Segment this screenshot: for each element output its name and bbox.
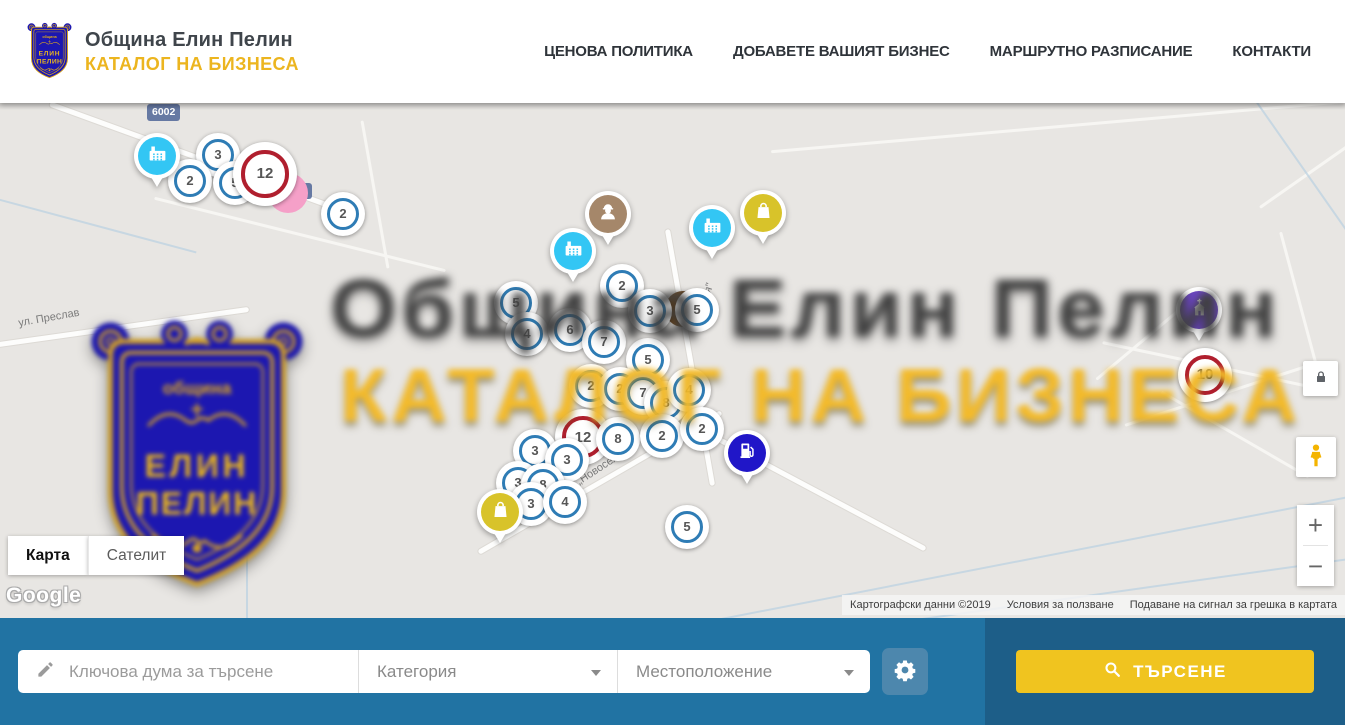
search-icon <box>1103 660 1122 684</box>
map-type-satellite-button[interactable]: Сателит <box>88 536 184 575</box>
location-select[interactable]: Местоположение <box>617 650 870 693</box>
factory-icon <box>563 238 584 264</box>
google-logo[interactable]: Google <box>6 584 81 608</box>
street-label: ул. Преслав <box>17 307 80 330</box>
site-title: Община Елин Пелин <box>85 29 299 52</box>
map-type-map-button[interactable]: Карта <box>8 536 88 575</box>
factory-marker[interactable] <box>687 203 737 265</box>
bag-marker[interactable] <box>738 188 788 250</box>
brand[interactable]: Община Елин Пелин КАТАЛОГ НА БИЗНЕСА <box>26 22 299 81</box>
search-button[interactable]: ТЪРСЕНЕ <box>1016 650 1314 693</box>
nav-item-0[interactable]: ЦЕНОВА ПОЛИТИКА <box>544 43 693 60</box>
map-type-control: Карта Сателит <box>8 536 184 575</box>
worker-icon <box>597 201 619 228</box>
pegman-icon <box>1303 443 1329 472</box>
map-road <box>771 103 1345 153</box>
street-view-pegman-button[interactable] <box>1296 437 1336 477</box>
bag-marker[interactable] <box>475 487 525 549</box>
page: Община Елин Пелин КАТАЛОГ НА БИЗНЕСА ЦЕН… <box>0 0 1345 725</box>
fuel-icon <box>737 440 758 466</box>
attribution-terms-link[interactable]: Условия за ползване <box>1007 599 1114 611</box>
bag-icon <box>490 499 511 525</box>
cluster-count: 4 <box>561 494 568 509</box>
factory-icon <box>702 215 723 241</box>
nav-item-3[interactable]: КОНТАКТИ <box>1232 43 1311 60</box>
cluster-count: 3 <box>214 147 221 162</box>
cluster-count: 2 <box>186 173 193 188</box>
zoom-in-button[interactable]: + <box>1297 505 1334 545</box>
municipality-logo-icon <box>26 22 73 81</box>
pencil-icon <box>36 660 55 684</box>
header: Община Елин Пелин КАТАЛОГ НА БИЗНЕСА ЦЕН… <box>0 0 1345 103</box>
map-attribution: Картографски данни ©2019 Условия за полз… <box>842 595 1345 615</box>
gear-icon <box>893 658 917 685</box>
search-button-label: ТЪРСЕНЕ <box>1133 662 1227 682</box>
settings-button[interactable] <box>882 648 928 695</box>
cluster-count: 3 <box>527 496 534 511</box>
search-bar: Категория Местоположение ТЪРСЕНЕ <box>0 618 1345 725</box>
zoom-out-button[interactable]: − <box>1297 546 1334 586</box>
location-label: Местоположение <box>636 662 772 682</box>
attribution-data: Картографски данни ©2019 <box>850 599 991 611</box>
cluster-count: 2 <box>339 206 346 221</box>
attribution-report-link[interactable]: Подаване на сигнал за грешка в картата <box>1130 599 1337 611</box>
search-panel: ТЪРСЕНЕ <box>985 618 1345 725</box>
chevron-down-icon <box>591 670 601 676</box>
keyword-field[interactable] <box>18 650 358 693</box>
site-subtitle: КАТАЛОГ НА БИЗНЕСА <box>85 54 299 75</box>
zoom-control: + − <box>1297 505 1334 586</box>
cluster-marker[interactable]: 4 <box>543 480 587 524</box>
watermark-subtitle: КАТАЛОГ НА БИЗНЕСА <box>340 352 1301 438</box>
factory-marker[interactable] <box>132 131 182 193</box>
keyword-input[interactable] <box>67 661 317 683</box>
lock-icon <box>1313 369 1329 388</box>
watermark-title: Община Елин Пелин <box>330 262 1281 356</box>
map-stream <box>0 195 197 254</box>
factory-icon <box>147 143 168 169</box>
main-nav: ЦЕНОВА ПОЛИТИКА ДОБАВЕТЕ ВАШИЯТ БИЗНЕС МАР… <box>544 43 1319 60</box>
bag-icon <box>753 200 774 226</box>
cluster-count: 5 <box>683 519 690 534</box>
cluster-count: 12 <box>257 165 274 182</box>
cluster-count: 3 <box>531 443 538 458</box>
category-select[interactable]: Категория <box>358 650 617 693</box>
cluster-marker[interactable]: 12 <box>233 142 297 206</box>
category-label: Категория <box>377 662 456 682</box>
map-stream <box>1242 103 1345 246</box>
nav-item-1[interactable]: ДОБАВЕТЕ ВАШИЯТ БИЗНЕС <box>733 43 950 60</box>
search-fields: Категория Местоположение <box>18 650 870 693</box>
cluster-marker[interactable]: 5 <box>665 505 709 549</box>
nav-item-2[interactable]: МАРШРУТНО РАЗПИСАНИЕ <box>990 43 1193 60</box>
brand-text: Община Елин Пелин КАТАЛОГ НА БИЗНЕСА <box>85 29 299 75</box>
map-canvas[interactable]: ул. Преславбул. „Новоселция" 6002 325122… <box>0 103 1345 618</box>
road-number-badge: 6002 <box>147 104 180 121</box>
chevron-down-icon <box>844 670 854 676</box>
cluster-marker[interactable]: 2 <box>321 192 365 236</box>
map-road <box>1259 103 1345 209</box>
lock-map-button[interactable] <box>1303 361 1338 396</box>
map-road <box>360 120 389 268</box>
cluster-count: 3 <box>563 452 570 467</box>
